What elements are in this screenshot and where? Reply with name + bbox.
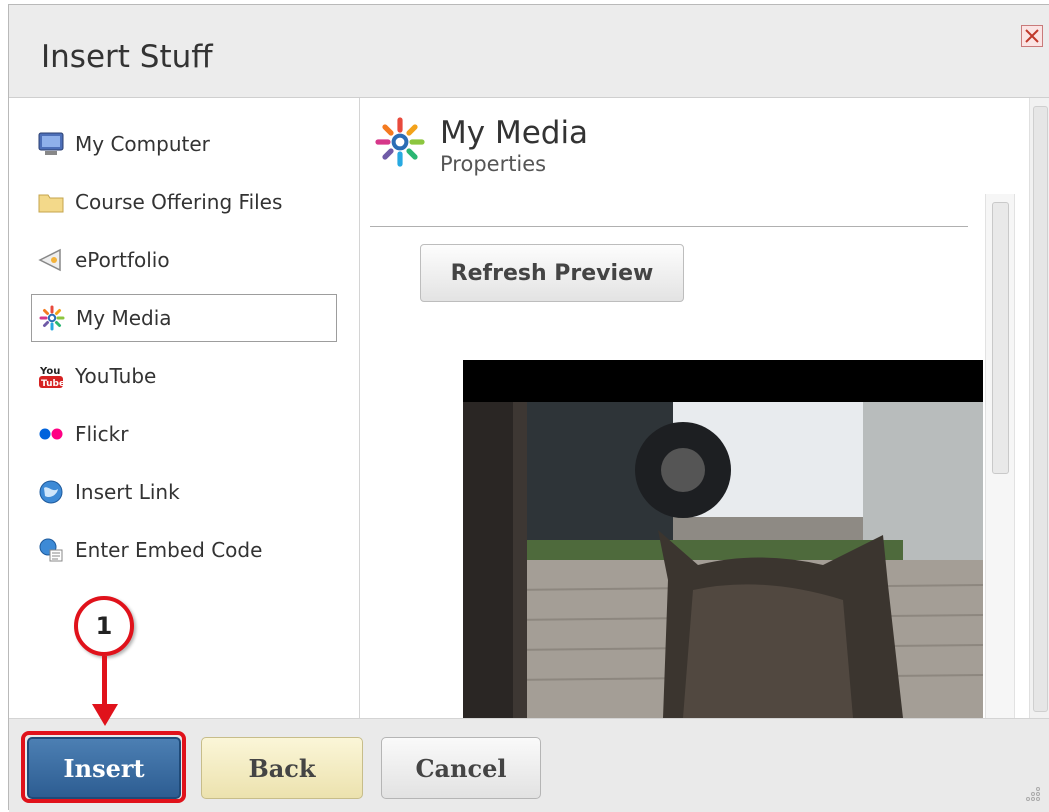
dialog-titlebar: Insert Stuff bbox=[9, 5, 1049, 98]
svg-text:Tube: Tube bbox=[41, 379, 64, 389]
media-header: My Media Properties bbox=[374, 116, 588, 176]
sidebar-item-flickr[interactable]: Flickr bbox=[31, 410, 337, 458]
my-media-logo-icon bbox=[374, 116, 426, 172]
globe-icon bbox=[37, 478, 65, 506]
dialog-scrollbar-thumb[interactable] bbox=[1033, 106, 1048, 712]
media-subtitle: Properties bbox=[440, 152, 547, 176]
preview-scrollbar[interactable] bbox=[985, 194, 1015, 718]
sidebar-item-eportfolio[interactable]: ePortfolio bbox=[31, 236, 337, 284]
arrow-down-icon bbox=[92, 704, 118, 726]
video-thumbnail-image bbox=[463, 360, 983, 718]
sidebar-item-label: My Computer bbox=[75, 132, 210, 156]
youtube-icon: You Tube bbox=[37, 362, 65, 390]
media-title: My Media bbox=[440, 115, 589, 151]
sidebar-item-label: Course Offering Files bbox=[75, 190, 283, 214]
sidebar-item-label: My Media bbox=[76, 306, 172, 330]
computer-icon bbox=[37, 130, 65, 158]
folder-icon bbox=[37, 188, 65, 216]
flickr-icon bbox=[37, 420, 65, 448]
video-preview[interactable] bbox=[463, 360, 983, 718]
properties-panel: My Media Properties Refresh Preview bbox=[360, 98, 1028, 718]
svg-text:You: You bbox=[39, 366, 60, 377]
sidebar-item-label: Enter Embed Code bbox=[75, 538, 263, 562]
sidebar-item-my-media[interactable]: My Media bbox=[31, 294, 337, 342]
sidebar-item-insert-link[interactable]: Insert Link bbox=[31, 468, 337, 516]
insert-stuff-dialog: Insert Stuff My Computer Course Offering… bbox=[8, 4, 1049, 812]
sidebar-item-label: YouTube bbox=[75, 364, 157, 388]
dialog-title: Insert Stuff bbox=[41, 39, 213, 75]
divider bbox=[370, 226, 968, 227]
embed-code-icon bbox=[37, 536, 65, 564]
sidebar-item-label: ePortfolio bbox=[75, 248, 170, 272]
sidebar-item-enter-embed-code[interactable]: Enter Embed Code bbox=[31, 526, 337, 574]
resize-grip-icon[interactable] bbox=[1025, 786, 1041, 806]
back-button[interactable]: Back bbox=[201, 737, 363, 799]
cancel-button[interactable]: Cancel bbox=[381, 737, 541, 799]
step-badge: 1 bbox=[74, 596, 134, 656]
refresh-preview-button[interactable]: Refresh Preview bbox=[420, 244, 684, 302]
close-icon[interactable] bbox=[1021, 25, 1043, 47]
sidebar-item-youtube[interactable]: You Tube YouTube bbox=[31, 352, 337, 400]
step-arrow-line bbox=[102, 656, 107, 710]
insert-button-highlight bbox=[21, 731, 186, 803]
sidebar-item-label: Insert Link bbox=[75, 480, 180, 504]
preview-scrollbar-thumb[interactable] bbox=[992, 202, 1009, 474]
sidebar-item-my-computer[interactable]: My Computer bbox=[31, 120, 337, 168]
sidebar-item-label: Flickr bbox=[75, 422, 129, 446]
dialog-scrollbar[interactable] bbox=[1029, 98, 1049, 718]
source-sidebar: My Computer Course Offering Files ePortf… bbox=[9, 98, 360, 718]
sidebar-item-course-offering-files[interactable]: Course Offering Files bbox=[31, 178, 337, 226]
my-media-icon bbox=[38, 304, 66, 332]
eportfolio-icon bbox=[37, 246, 65, 274]
